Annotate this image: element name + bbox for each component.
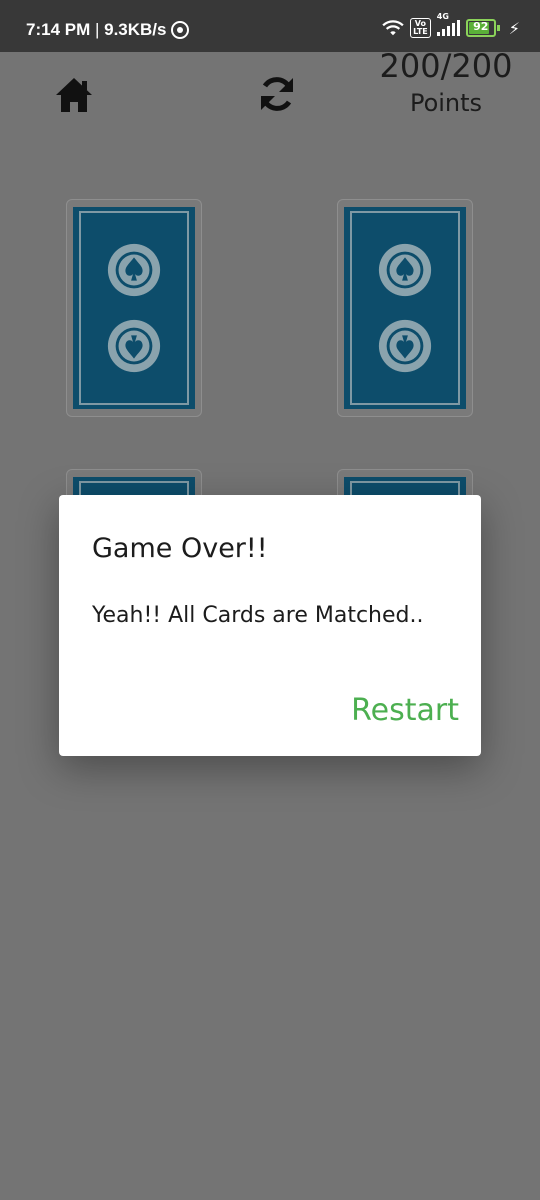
charging-icon: ⚡	[508, 18, 520, 38]
game-over-dialog: Game Over!! Yeah!! All Cards are Matched…	[59, 495, 481, 756]
card[interactable]	[337, 199, 473, 417]
status-left: 7:14 PM | 9.3KB/s	[26, 20, 189, 40]
score-label: Points	[409, 89, 483, 117]
refresh-icon[interactable]	[257, 74, 297, 114]
spade-emblem-icon	[107, 243, 161, 297]
volte-badge: Vo LTE	[410, 18, 431, 38]
dialog-message: Yeah!! All Cards are Matched..	[92, 603, 424, 628]
dialog-title: Game Over!!	[92, 533, 268, 564]
battery-level: 92	[473, 20, 489, 33]
score-value: 200/200	[379, 47, 513, 85]
home-icon[interactable]	[54, 76, 94, 114]
spade-emblem-icon	[378, 319, 432, 373]
data-saver-icon	[170, 21, 189, 39]
status-separator: |	[90, 20, 105, 39]
network-type: 4G	[436, 12, 449, 21]
status-bar: 7:14 PM | 9.3KB/s Vo LTE 4G 92 ⚡	[0, 0, 540, 52]
battery-icon: 92	[465, 19, 500, 37]
spade-emblem-icon	[378, 243, 432, 297]
signal-icon: 4G	[436, 12, 460, 36]
card[interactable]	[66, 199, 202, 417]
status-right: Vo LTE 4G 92 ⚡	[382, 12, 520, 38]
status-time: 7:14 PM	[26, 20, 91, 39]
network-speed: 9.3KB/s	[104, 20, 167, 39]
spade-emblem-icon	[107, 319, 161, 373]
restart-button[interactable]: Restart	[351, 693, 459, 728]
score-panel: 200/200 Points	[376, 46, 516, 118]
wifi-icon	[382, 20, 404, 36]
